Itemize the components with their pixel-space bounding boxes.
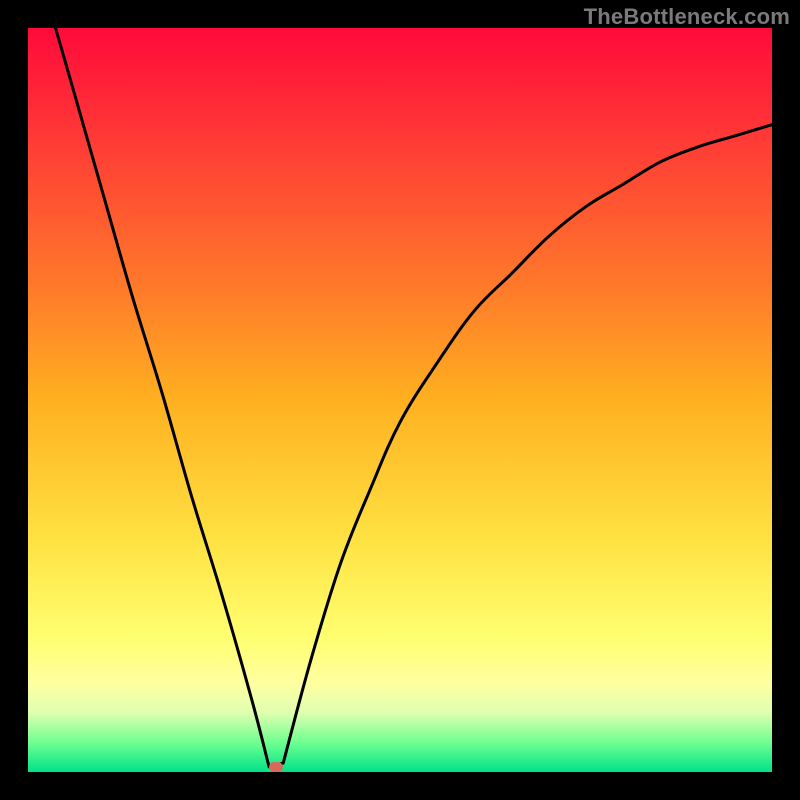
optimum-marker [269,762,283,772]
chart-frame: TheBottleneck.com [0,0,800,800]
curve-right-branch [283,125,772,763]
curve-left-branch [56,28,270,767]
bottleneck-curve [28,28,772,772]
plot-area [28,28,772,772]
watermark: TheBottleneck.com [584,4,790,30]
